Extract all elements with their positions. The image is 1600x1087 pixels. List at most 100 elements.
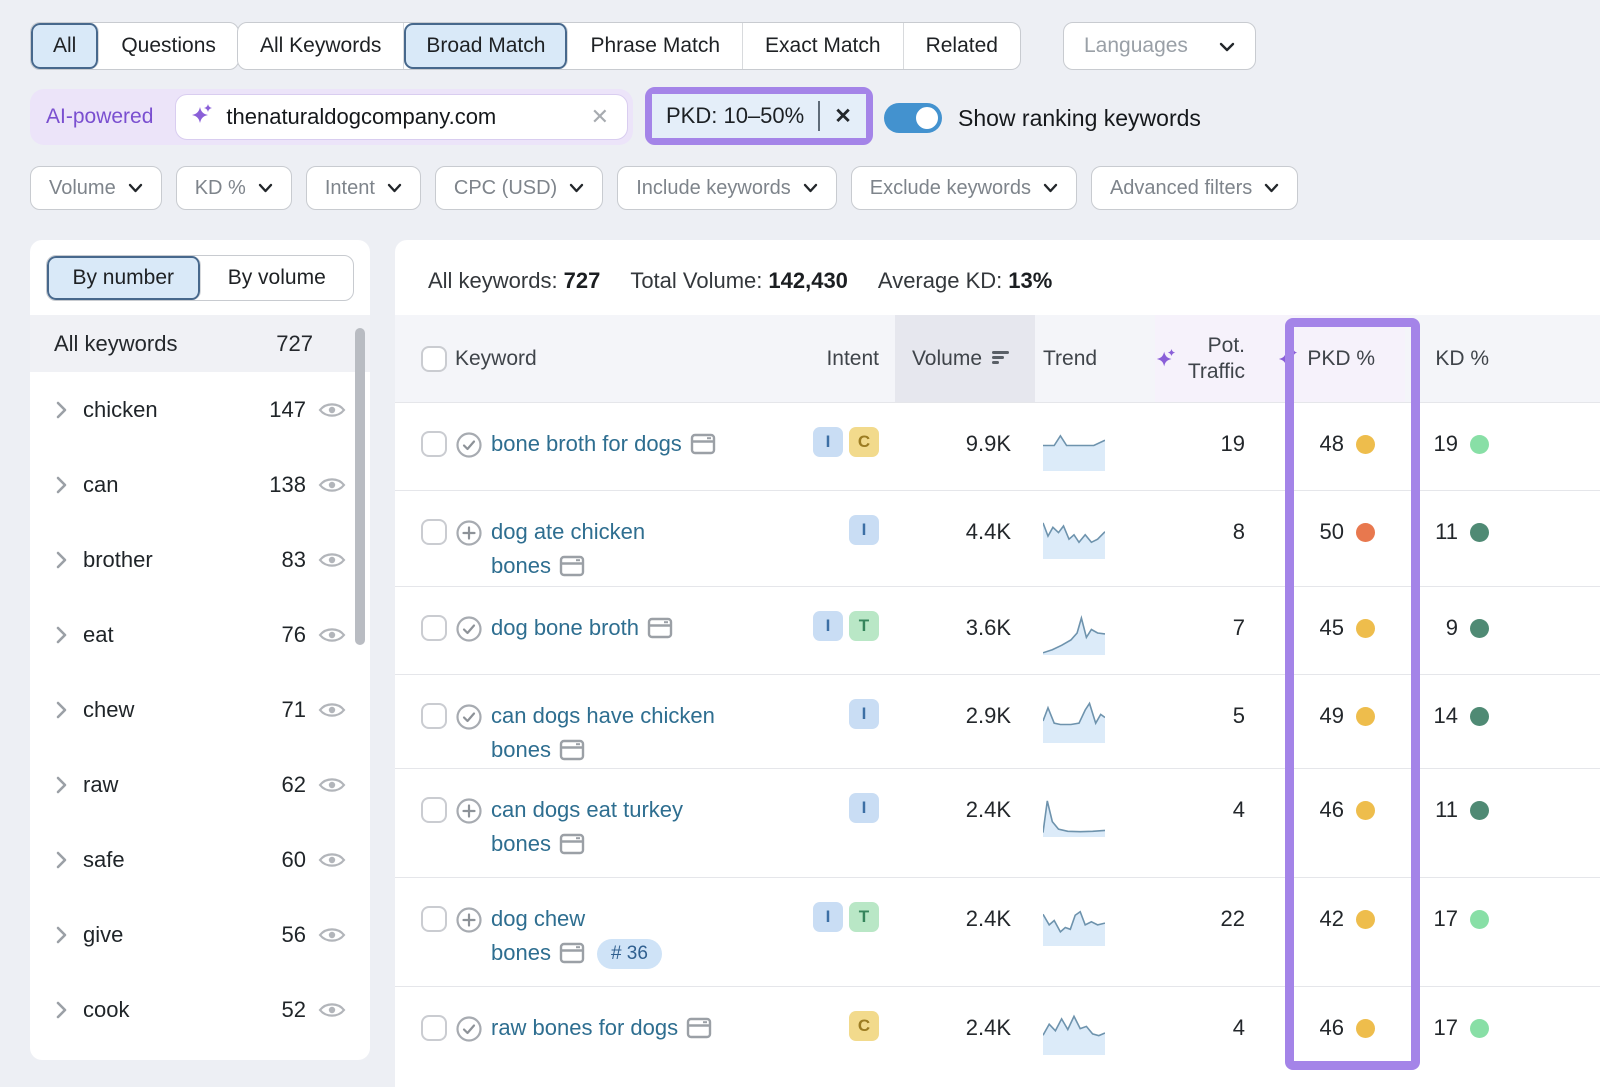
serp-features-icon[interactable]	[686, 1017, 712, 1039]
tab-exact-match[interactable]: Exact Match	[743, 23, 904, 69]
pkd-difficulty-dot	[1356, 523, 1375, 542]
serp-features-icon[interactable]	[559, 942, 585, 964]
filter-volume[interactable]: Volume	[30, 166, 162, 210]
chevron-down-icon	[258, 183, 273, 193]
sidebar-group-brother[interactable]: brother83	[30, 522, 370, 597]
check-circle-icon[interactable]	[455, 431, 483, 490]
row-checkbox[interactable]	[421, 703, 447, 729]
filter-cpc-usd-[interactable]: CPC (USD)	[435, 166, 603, 210]
keyword-link[interactable]: bone broth for dogs	[491, 427, 716, 490]
eye-icon[interactable]	[318, 925, 346, 945]
keyword-link[interactable]: dog chewbones# 36	[491, 902, 662, 986]
filter-kd-[interactable]: KD %	[176, 166, 292, 210]
check-circle-icon[interactable]	[455, 615, 483, 674]
row-checkbox[interactable]	[421, 615, 447, 641]
group-label: safe	[83, 847, 125, 873]
search-input[interactable]: thenaturaldogcompany.com ✕	[175, 94, 628, 140]
tab-broad-match[interactable]: Broad Match	[404, 23, 568, 69]
sidebar-group-chicken[interactable]: chicken147	[30, 372, 370, 447]
sidebar-tab-by-number[interactable]: By number	[47, 256, 201, 300]
row-checkbox[interactable]	[421, 431, 447, 457]
sidebar-group-give[interactable]: give56	[30, 897, 370, 972]
volume-value: 2.4K	[966, 902, 1011, 986]
header-pkd[interactable]: PKD %	[1265, 315, 1405, 402]
show-ranking-keywords-toggle[interactable]	[884, 103, 942, 133]
check-circle-icon[interactable]	[455, 1015, 483, 1087]
eye-icon[interactable]	[318, 550, 346, 570]
eye-icon[interactable]	[318, 400, 346, 420]
remove-pkd-filter-icon[interactable]: ✕	[824, 104, 862, 129]
row-checkbox[interactable]	[421, 797, 447, 823]
table-row: bone broth for dogsIC9.9K194819	[395, 402, 1600, 490]
tab-all-keywords[interactable]: All Keywords	[238, 23, 404, 69]
header-trend[interactable]: Trend	[1035, 315, 1155, 402]
keyword-link[interactable]: raw bones for dogs	[491, 1011, 712, 1087]
chevron-right-icon[interactable]	[56, 626, 67, 644]
keyword-link[interactable]: can dogs eat turkeybones	[491, 793, 683, 877]
serp-features-icon[interactable]	[647, 617, 673, 639]
sidebar-tab-by-volume[interactable]: By volume	[201, 256, 354, 300]
sidebar-group-raw[interactable]: raw62	[30, 747, 370, 822]
sidebar-group-cook[interactable]: cook52	[30, 972, 370, 1047]
header-pot-traffic[interactable]: Pot. Traffic	[1155, 315, 1265, 402]
chevron-right-icon[interactable]	[56, 1001, 67, 1019]
clear-search-icon[interactable]: ✕	[587, 104, 613, 130]
languages-dropdown[interactable]: Languages	[1063, 22, 1256, 70]
eye-icon[interactable]	[318, 625, 346, 645]
sidebar-group-list: chicken147can138brother83eat76chew71raw6…	[30, 372, 370, 1047]
row-checkbox[interactable]	[421, 1015, 447, 1041]
sidebar-group-safe[interactable]: safe60	[30, 822, 370, 897]
pkd-value: 46	[1320, 793, 1344, 827]
group-count: 147	[269, 397, 306, 423]
sidebar-group-can[interactable]: can138	[30, 447, 370, 522]
serp-features-icon[interactable]	[559, 833, 585, 855]
filter-intent[interactable]: Intent	[306, 166, 421, 210]
serp-features-icon[interactable]	[559, 555, 585, 577]
header-intent[interactable]: Intent	[785, 315, 895, 402]
add-circle-icon[interactable]	[455, 519, 483, 586]
add-circle-icon[interactable]	[455, 797, 483, 877]
sidebar-scrollbar[interactable]	[355, 328, 365, 645]
eye-icon[interactable]	[318, 475, 346, 495]
add-circle-icon[interactable]	[455, 906, 483, 986]
chevron-right-icon[interactable]	[56, 476, 67, 494]
eye-icon[interactable]	[318, 775, 346, 795]
filter-include-keywords[interactable]: Include keywords	[617, 166, 837, 210]
row-checkbox[interactable]	[421, 906, 447, 932]
eye-icon[interactable]	[318, 850, 346, 870]
chevron-right-icon[interactable]	[56, 701, 67, 719]
chevron-right-icon[interactable]	[56, 401, 67, 419]
keyword-link[interactable]: can dogs have chickenbones	[491, 699, 715, 768]
tab-phrase-match[interactable]: Phrase Match	[568, 23, 743, 69]
keyword-link[interactable]: dog bone broth	[491, 611, 673, 674]
sidebar-group-chew[interactable]: chew71	[30, 672, 370, 747]
header-kd[interactable]: KD %	[1405, 315, 1525, 402]
tab-all[interactable]: All	[31, 23, 99, 69]
sidebar-group-eat[interactable]: eat76	[30, 597, 370, 672]
tab-questions[interactable]: Questions	[99, 23, 238, 69]
group-count: 76	[282, 622, 306, 648]
table-row: dog bone brothIT3.6K7459	[395, 586, 1600, 674]
filter-advanced-filters[interactable]: Advanced filters	[1091, 166, 1298, 210]
eye-icon[interactable]	[318, 700, 346, 720]
tab-related[interactable]: Related	[904, 23, 1020, 69]
kd-difficulty-dot	[1470, 801, 1489, 820]
row-checkbox[interactable]	[421, 519, 447, 545]
chevron-right-icon[interactable]	[56, 551, 67, 569]
chevron-right-icon[interactable]	[56, 776, 67, 794]
serp-features-icon[interactable]	[559, 739, 585, 761]
chevron-right-icon[interactable]	[56, 851, 67, 869]
keyword-link[interactable]: dog ate chickenbones	[491, 515, 645, 586]
sidebar-all-keywords-row[interactable]: All keywords 727	[30, 315, 370, 372]
header-keyword[interactable]: Keyword	[455, 315, 785, 402]
volume-value: 2.9K	[966, 699, 1011, 768]
eye-icon[interactable]	[318, 1000, 346, 1020]
check-circle-icon[interactable]	[455, 703, 483, 768]
chevron-right-icon[interactable]	[56, 926, 67, 944]
serp-features-icon[interactable]	[690, 433, 716, 455]
filter-exclude-keywords[interactable]: Exclude keywords	[851, 166, 1077, 210]
chevron-down-icon	[1264, 183, 1279, 193]
select-all-checkbox[interactable]	[421, 346, 447, 372]
pkd-filter-chip[interactable]: PKD: 10–50% ✕	[652, 94, 866, 138]
header-volume[interactable]: Volume	[895, 315, 1035, 402]
